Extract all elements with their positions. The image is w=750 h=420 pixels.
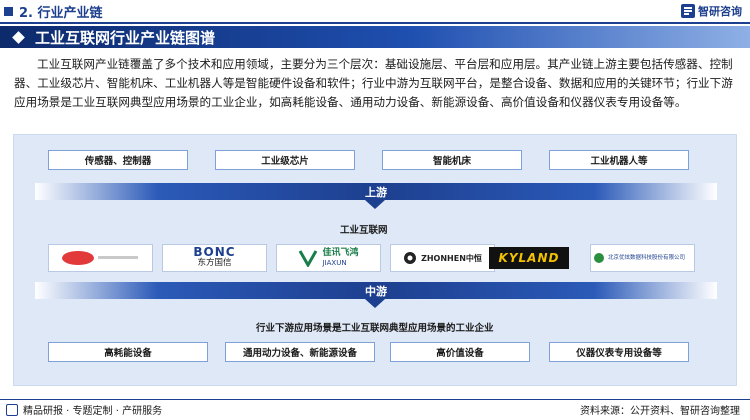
bonc-logo: BONC 东方国信	[162, 244, 267, 272]
beijing-mark-icon	[594, 253, 604, 263]
kyland-logo: KYLAND	[489, 247, 569, 269]
jiaxun-logo-subtext: JIAXUN	[322, 259, 347, 267]
footer-divider	[0, 399, 750, 400]
zhonghen-logo: ZHONHEN中恒	[390, 244, 495, 272]
upstream-item-chips: 工业级芯片	[215, 150, 355, 170]
midstream-title: 工业互联网	[340, 225, 388, 236]
beijing-logo: 北京优炫数据科技股份有限公司	[590, 244, 695, 272]
diamond-icon	[12, 30, 25, 44]
data-source: 资料来源：公开资料、智研咨询整理	[580, 406, 740, 417]
arrow-down-icon	[365, 200, 385, 209]
jiaxun-logo-text: 佳讯飞鸿	[322, 248, 359, 258]
company-logo-1-icon	[61, 251, 138, 265]
upstream-item-sensors: 传感器、控制器	[48, 150, 188, 170]
zhonghen-logo-text: ZHONHEN中恒	[421, 253, 482, 263]
midstream-stage-bar: 中游	[35, 282, 717, 299]
banner-title: 工业互联网行业产业链图谱	[35, 28, 216, 47]
upstream-stage-label: 上游	[365, 185, 387, 199]
brand-name: 智研咨询	[698, 5, 742, 18]
downstream-item-instruments: 仪器仪表专用设备等	[549, 342, 689, 362]
arrow-down-icon	[365, 299, 385, 308]
top-header: 2. 行业产业链	[0, 0, 750, 22]
bonc-logo-subtext: 东方国信	[197, 258, 232, 268]
title-banner: 工业互联网行业产业链图谱	[0, 26, 750, 48]
upstream-stage-bar: 上游	[35, 183, 717, 200]
header-divider	[0, 22, 750, 24]
brand-logo-icon	[681, 4, 695, 18]
jiaxun-mark-icon	[299, 250, 318, 267]
bonc-logo-text: BONC	[193, 245, 236, 259]
footer-right: 资料来源：公开资料、智研咨询整理	[580, 402, 740, 417]
brand: 智研咨询	[681, 3, 742, 19]
beijing-logo-text: 北京优炫数据科技股份有限公司	[608, 254, 686, 261]
downstream-item-high-energy: 高耗能设备	[48, 342, 208, 362]
upstream-item-robots: 工业机器人等	[549, 150, 689, 170]
downstream-title: 行业下游应用场景是工业互联网典型应用场景的工业企业	[256, 323, 494, 334]
upstream-item-machine-tools: 智能机床	[382, 150, 522, 170]
intro-paragraph: 工业互联网产业链覆盖了多个技术和应用领域，主要分为三个层次：基础设施层、平台层和…	[14, 57, 733, 109]
downstream-item-high-value: 高价值设备	[390, 342, 530, 362]
zhonghen-mark-icon	[404, 252, 417, 264]
downstream-item-power-equipment: 通用动力设备、新能源设备	[225, 342, 375, 362]
jiaxun-logo: 佳讯飞鸿 JIAXUN	[276, 244, 381, 272]
section-marker-icon	[4, 6, 13, 16]
company-logo-1	[48, 244, 153, 272]
midstream-stage-label: 中游	[365, 284, 387, 298]
footer-services: 精品研报 · 专题定制 · 产研服务	[23, 406, 163, 417]
footer-left: 精品研报 · 专题定制 · 产研服务	[6, 402, 162, 417]
section-title: 2. 行业产业链	[19, 5, 103, 21]
report-icon	[6, 403, 18, 416]
kyland-logo-text: KYLAND	[498, 251, 560, 265]
